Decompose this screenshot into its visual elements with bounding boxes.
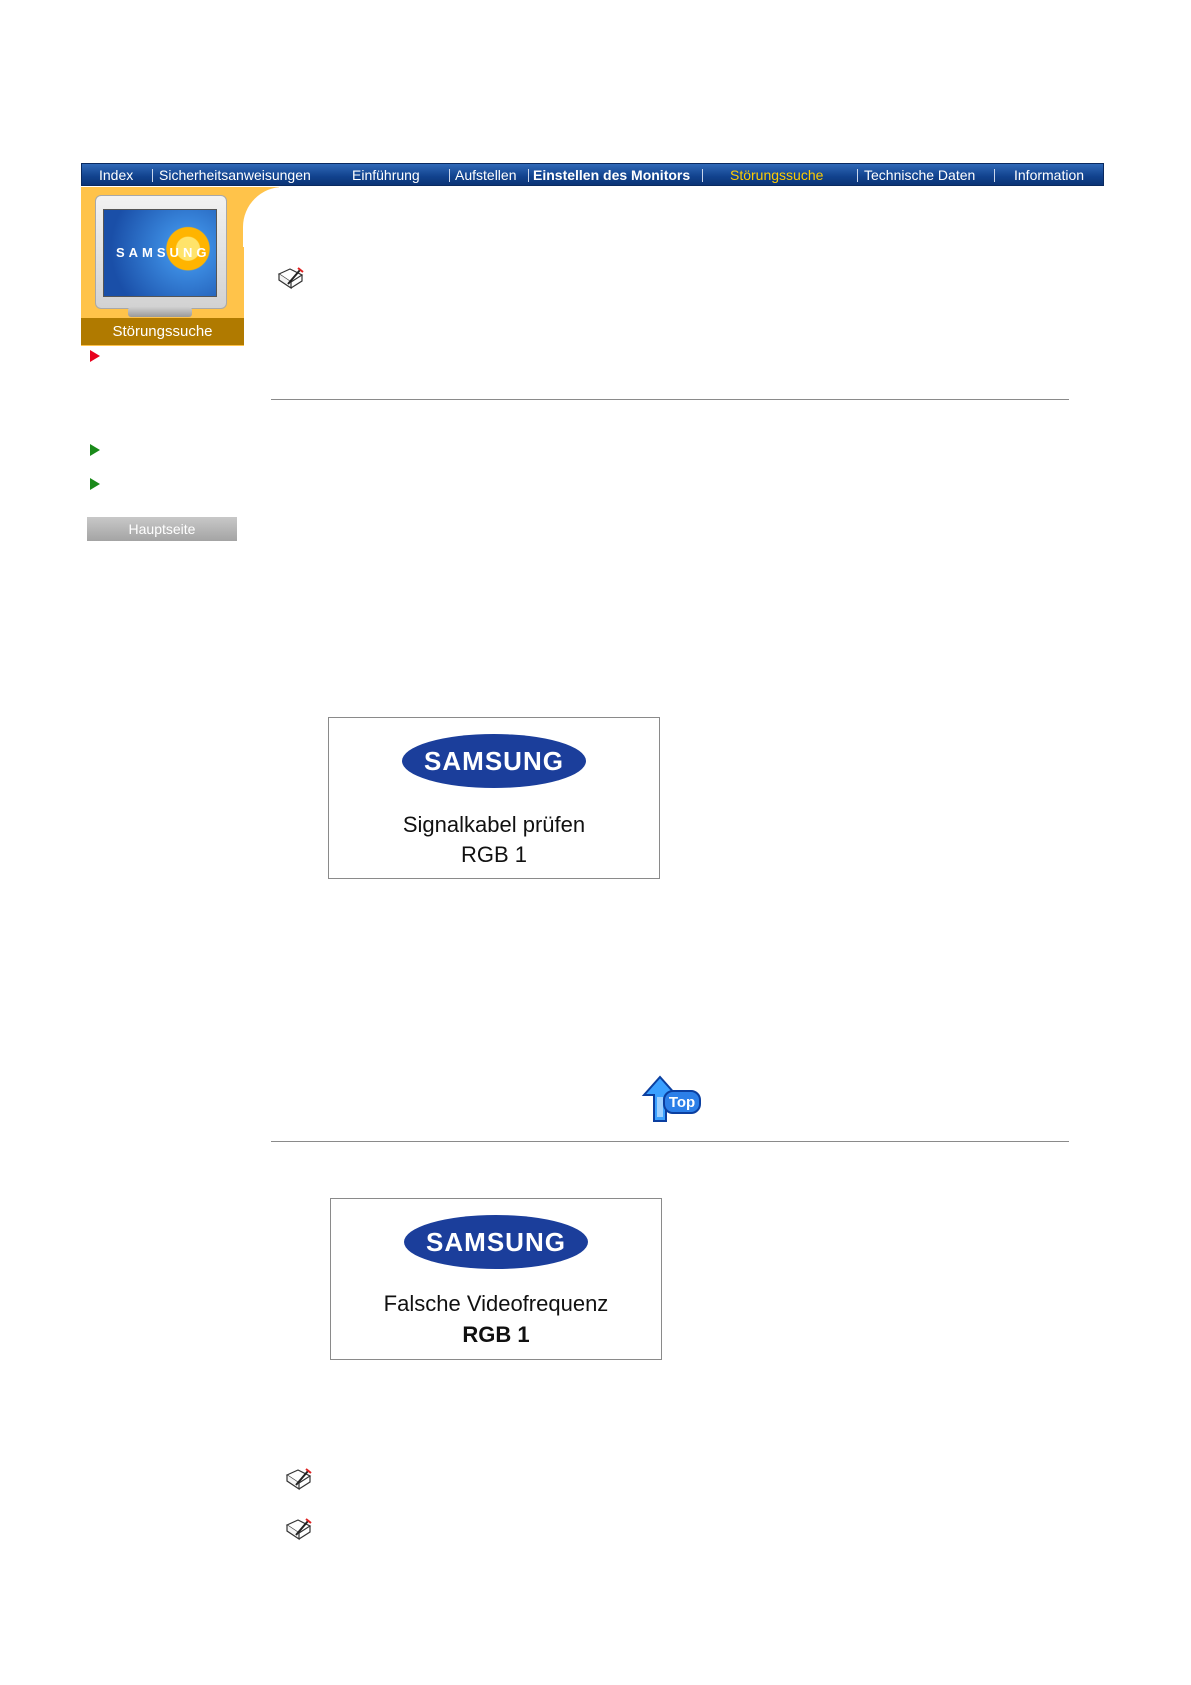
- nav-item-einfuehrung[interactable]: Einführung: [352, 166, 420, 184]
- back-to-top-label: Top: [669, 1094, 695, 1111]
- nav-item-stoerungssuche[interactable]: Störungssuche: [730, 166, 823, 184]
- osd-message-wrong-frequency: SAMSUNG Falsche Videofrequenz RGB 1: [330, 1198, 662, 1360]
- home-button[interactable]: Hauptseite: [87, 517, 237, 541]
- nav-separator: [857, 169, 858, 182]
- osd-input-source: RGB 1: [460, 842, 528, 867]
- note-icon: [277, 267, 304, 290]
- nav-item-index[interactable]: Index: [99, 166, 133, 184]
- nav-item-sicherheitsanweisungen[interactable]: Sicherheitsanweisungen: [159, 166, 311, 184]
- nav-separator: [702, 169, 703, 182]
- section-divider: [271, 1141, 1069, 1142]
- osd-input-source: RGB 1: [462, 1322, 530, 1347]
- monitor-brand-logo: SAMSUNG: [116, 245, 211, 260]
- sidebar-arrow-current-icon[interactable]: [90, 350, 100, 362]
- nav-separator: [152, 169, 153, 182]
- samsung-logo: SAMSUNG: [404, 1215, 588, 1269]
- nav-separator: [528, 169, 529, 182]
- nav-separator: [449, 169, 450, 182]
- section-divider: [271, 399, 1069, 400]
- sidebar-arrow-icon[interactable]: [90, 444, 100, 456]
- osd-message-signal-cable: SAMSUNG Signalkabel prüfen RGB 1: [328, 717, 660, 879]
- monitor-stand: [128, 307, 192, 317]
- section-title: Störungssuche: [81, 318, 244, 345]
- note-icon: [285, 1518, 312, 1541]
- nav-item-information[interactable]: Information: [1014, 166, 1084, 184]
- osd-message-text: Falsche Videofrequenz: [383, 1291, 609, 1316]
- nav-item-aufstellen[interactable]: Aufstellen: [455, 166, 516, 184]
- main-navigation-bar: Index Sicherheitsanweisungen Einführung …: [81, 163, 1104, 186]
- sidebar-arrow-icon[interactable]: [90, 478, 100, 490]
- osd-message-text: Signalkabel prüfen: [402, 812, 586, 837]
- samsung-logo: SAMSUNG: [402, 734, 586, 788]
- note-icon: [285, 1468, 312, 1491]
- nav-item-technische-daten[interactable]: Technische Daten: [864, 166, 975, 184]
- nav-item-einstellen-des-monitors[interactable]: Einstellen des Monitors: [533, 166, 690, 184]
- nav-separator: [994, 169, 995, 182]
- back-to-top-button[interactable]: Top: [640, 1075, 702, 1123]
